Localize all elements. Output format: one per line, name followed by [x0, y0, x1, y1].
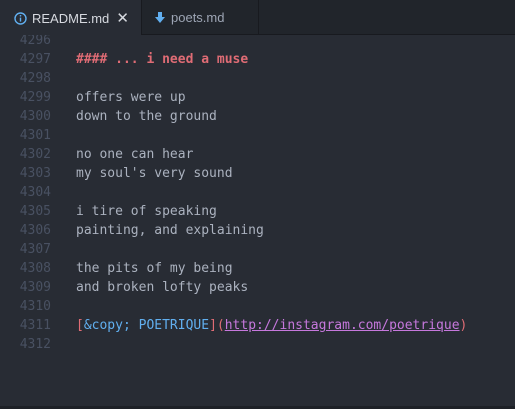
text-line: i tire of speaking [76, 204, 217, 219]
info-icon [14, 11, 27, 25]
text-line: the pits of my being [76, 261, 233, 276]
link-open-paren: ( [216, 318, 225, 333]
link-url[interactable]: http://instagram.com/poetrique [225, 318, 460, 333]
line-number: 4297 [19, 52, 51, 67]
tab-poets[interactable]: poets.md [142, 0, 259, 35]
line-number: 4302 [19, 147, 51, 162]
text-line: my soul's very sound [76, 166, 233, 181]
tab-label: README.md [32, 10, 110, 26]
tab-label: poets.md [171, 10, 225, 25]
line-number: 4296 [19, 35, 51, 48]
markdown-link-line: [&copy; POETRIQUE](http://instagram.com/… [76, 316, 467, 335]
line-number: 4304 [19, 185, 51, 200]
text-line: painting, and explaining [76, 223, 264, 238]
link-text: &copy; POETRIQUE [83, 318, 210, 333]
text-line: no one can hear [76, 147, 194, 162]
editor-window: README.md ✕ poets.md 4296 4297 4298 4299… [0, 0, 515, 409]
text-line: offers were up [76, 90, 186, 105]
link-close-paren: ) [459, 318, 468, 333]
text-line: and broken lofty peaks [76, 280, 249, 295]
link-open-bracket: [ [76, 318, 84, 333]
tab-readme[interactable]: README.md ✕ [0, 0, 142, 36]
markdown-down-arrow-icon [155, 11, 165, 24]
line-number: 4308 [19, 261, 51, 276]
line-number: 4310 [19, 299, 51, 314]
line-number: 4298 [19, 71, 51, 86]
tab-bar: README.md ✕ poets.md [0, 0, 515, 36]
markdown-heading: #### ... i need a muse [76, 52, 249, 67]
line-number: 4299 [19, 90, 51, 105]
code-editor[interactable]: 4296 4297 4298 4299 4300 4301 4302 4303 … [0, 35, 515, 406]
line-number: 4307 [19, 242, 51, 257]
line-number: 4309 [19, 280, 51, 295]
line-number: 4301 [19, 128, 51, 143]
line-number: 4306 [19, 223, 51, 238]
text-line: down to the ground [76, 109, 217, 124]
line-number: 4305 [19, 204, 51, 219]
line-number: 4311 [19, 318, 51, 333]
line-number: 4303 [19, 166, 51, 181]
close-icon[interactable]: ✕ [116, 10, 129, 26]
line-number: 4312 [19, 337, 51, 352]
link-close-bracket: ] [209, 318, 217, 333]
line-number: 4300 [19, 109, 51, 124]
